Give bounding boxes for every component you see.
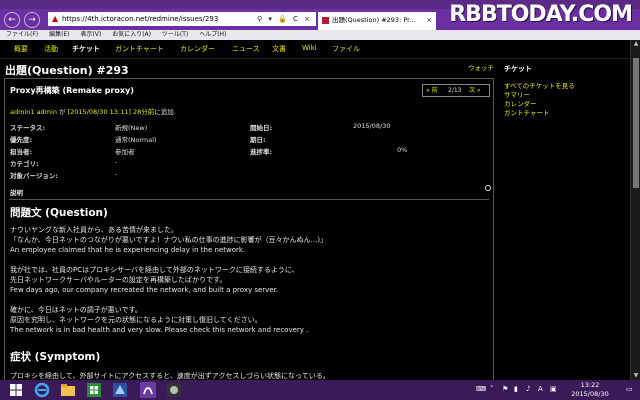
network-icon[interactable]: ▮ <box>514 385 518 393</box>
chevron-up-icon[interactable]: ˄ <box>490 385 494 393</box>
section-heading: 症状 (Symptom) <box>10 351 101 363</box>
text-line: An employee claimed that he is experienc… <box>10 246 246 254</box>
paragraph: ナウいヤングな新入社員から、ある苦情が来ました。 「なんか、今日ネットのつながり… <box>10 225 327 255</box>
pager-position: 2/13 <box>448 87 462 94</box>
author-suffix: に追加. <box>154 108 176 116</box>
issue-pager: « 前 2/13 次 » <box>422 84 490 97</box>
start-date-value: 2015/08/30 <box>353 122 391 130</box>
due-date-label: 期日: <box>250 136 266 144</box>
scroll-thumb[interactable] <box>633 58 639 188</box>
status-label: ステータス: <box>10 124 46 132</box>
menu-view[interactable]: 表示(V) <box>80 31 101 38</box>
tab-files[interactable]: ファイル <box>332 44 360 54</box>
page-title: 出題(Question) #293 <box>5 64 129 77</box>
https-icon: ▲ <box>52 14 59 23</box>
progress-label: 進捗率: <box>250 148 273 156</box>
browser-menu-bar: ファイル(F) 編集(E) 表示(V) お気に入り(A) ツール(T) ヘルプ(… <box>0 30 640 40</box>
section-heading: 問題文 (Question) <box>10 207 108 219</box>
volume-icon[interactable]: ♪ <box>526 385 530 393</box>
progress-value: 0% <box>397 146 408 154</box>
sidebar: チケット すべてのチケットを見る サマリー カレンダー ガントチャート <box>496 58 630 380</box>
issue-subject: Proxy再構築 (Remake proxy) <box>10 86 134 95</box>
forward-button[interactable]: → <box>24 12 40 28</box>
internet-explorer-icon[interactable] <box>34 382 50 398</box>
flag-icon[interactable]: ⚑ <box>502 385 508 393</box>
tab-gantt[interactable]: ガントチャート <box>115 44 164 54</box>
assignee-label: 担当者: <box>10 148 33 156</box>
tab-issues[interactable]: チケット <box>72 44 100 54</box>
next-link[interactable]: 次 » <box>469 85 481 96</box>
notification-icon[interactable]: ▭ <box>626 385 633 393</box>
app-active-icon[interactable] <box>140 382 156 398</box>
status-value: 新規(New) <box>115 124 148 132</box>
taskbar: ⌨ ˄ ⚑ ▮ ♪ A ▣ 13:22 2015/08/30 ▭ <box>0 380 640 400</box>
issue-panel: Proxy再構築 (Remake proxy) « 前 2/13 次 » adm… <box>4 78 494 382</box>
windows-start-icon[interactable] <box>8 382 24 398</box>
app-tray-icon[interactable]: ▣ <box>550 385 557 393</box>
quote-icon[interactable] <box>485 185 491 191</box>
author-line: admin1 admin が [2015/08/30 13:11] 28分前に追… <box>10 106 176 116</box>
menu-help[interactable]: ヘルプ(H) <box>199 31 226 38</box>
watch-link[interactable]: ウォッチ <box>468 62 494 72</box>
tab-documents[interactable]: 文書 <box>272 44 286 54</box>
close-icon[interactable]: × <box>427 12 432 29</box>
file-explorer-icon[interactable] <box>60 382 76 398</box>
text-line: Few days ago, our company recreated the … <box>10 286 279 294</box>
divider <box>9 199 489 200</box>
author-link[interactable]: admin1 admin <box>10 108 57 116</box>
prev-link[interactable]: « 前 <box>426 85 438 96</box>
scroll-down-icon[interactable]: ▼ <box>631 372 640 380</box>
address-tools[interactable]: ⚲ ▾ 🔒 C × <box>257 12 312 26</box>
address-bar[interactable]: ▲ https://4th.ictoracon.net/redmine/issu… <box>48 12 316 26</box>
text-line: 確かに、今日はネットの調子が悪いです。 <box>10 306 142 314</box>
text-line: ナウいヤングな新入社員から、ある苦情が来ました。 <box>10 226 178 234</box>
watermark: RBBTODAY.COM <box>449 2 633 27</box>
clock-time[interactable]: 13:22 <box>560 381 620 389</box>
version-label: 対象バージョン: <box>10 172 58 180</box>
created-ago-link[interactable]: 28分前 <box>131 108 154 116</box>
description-label: 説明 <box>10 189 23 197</box>
priority-label: 優先度: <box>10 136 33 144</box>
store-icon[interactable] <box>86 382 102 398</box>
category-label: カテゴリ: <box>10 160 39 168</box>
menu-favorites[interactable]: お気に入り(A) <box>112 31 151 38</box>
paragraph: 確かに、今日はネットの調子が悪いです。 原因を究明し、ネットワークを元の状態にな… <box>10 305 308 335</box>
created-date-link[interactable]: [2015/08/30 13:11] <box>68 108 131 116</box>
app-icon[interactable] <box>166 382 182 398</box>
text-line: 「なんか、今日ネットのつながりが悪いですよ！ナウい私の仕事の進捗に影響が（豆々か… <box>10 236 328 244</box>
text-line: 我が社では、社員のPCはプロキシサーバを経由して外部のネットワークに接続するよう… <box>10 266 299 274</box>
tab-activity[interactable]: 活動 <box>44 44 58 54</box>
text-line: The network is in bad health and very sl… <box>10 326 309 334</box>
clock-date[interactable]: 2015/08/30 <box>560 390 620 398</box>
menu-edit[interactable]: 編集(E) <box>49 31 69 38</box>
keyboard-icon[interactable]: ⌨ <box>476 385 486 393</box>
page-scrollbar[interactable]: ▲ ▼ <box>630 40 640 380</box>
redmine-favicon-icon <box>322 17 329 24</box>
tab-wiki[interactable]: Wiki <box>302 44 317 52</box>
text-line: 先日ネットワークサーバやルーターの設定を再構築したばかりです。 <box>10 276 227 284</box>
sidebar-item-gantt[interactable]: ガントチャート <box>504 107 549 117</box>
tab-active[interactable]: 出題(Question) #293: Pr... × <box>318 12 436 30</box>
menu-tools[interactable]: ツール(T) <box>162 31 188 38</box>
back-button[interactable]: ← <box>4 12 20 28</box>
paragraph: 我が社では、社員のPCはプロキシサーバを経由して外部のネットワークに接続するよう… <box>10 265 299 295</box>
ime-icon[interactable]: A <box>538 385 543 393</box>
scroll-up-icon[interactable]: ▲ <box>631 40 640 48</box>
assignee-value: 参加者 <box>115 148 135 156</box>
tab-title: 出題(Question) #293: Pr... <box>332 16 416 24</box>
menu-file[interactable]: ファイル(F) <box>6 31 38 38</box>
tab-overview[interactable]: 概要 <box>14 44 28 54</box>
project-menu: 概要 活動 チケット ガントチャート カレンダー ニュース 文書 Wiki ファ… <box>0 40 640 59</box>
app-icon[interactable] <box>112 382 128 398</box>
category-value: - <box>115 158 118 166</box>
start-date-label: 開始日: <box>250 124 273 132</box>
url-text: https://4th.ictoracon.net/redmine/issues… <box>62 15 219 23</box>
text-line: 原因を究明し、ネットワークを元の状態になるように対策し復旧してください。 <box>10 316 262 324</box>
sidebar-title: チケット <box>504 65 532 73</box>
author-mid: が <box>56 108 68 116</box>
priority-value: 通常(Normal) <box>115 136 157 144</box>
tab-news[interactable]: ニュース <box>232 44 260 54</box>
tab-calendar[interactable]: カレンダー <box>180 44 215 54</box>
version-value: - <box>115 170 118 178</box>
